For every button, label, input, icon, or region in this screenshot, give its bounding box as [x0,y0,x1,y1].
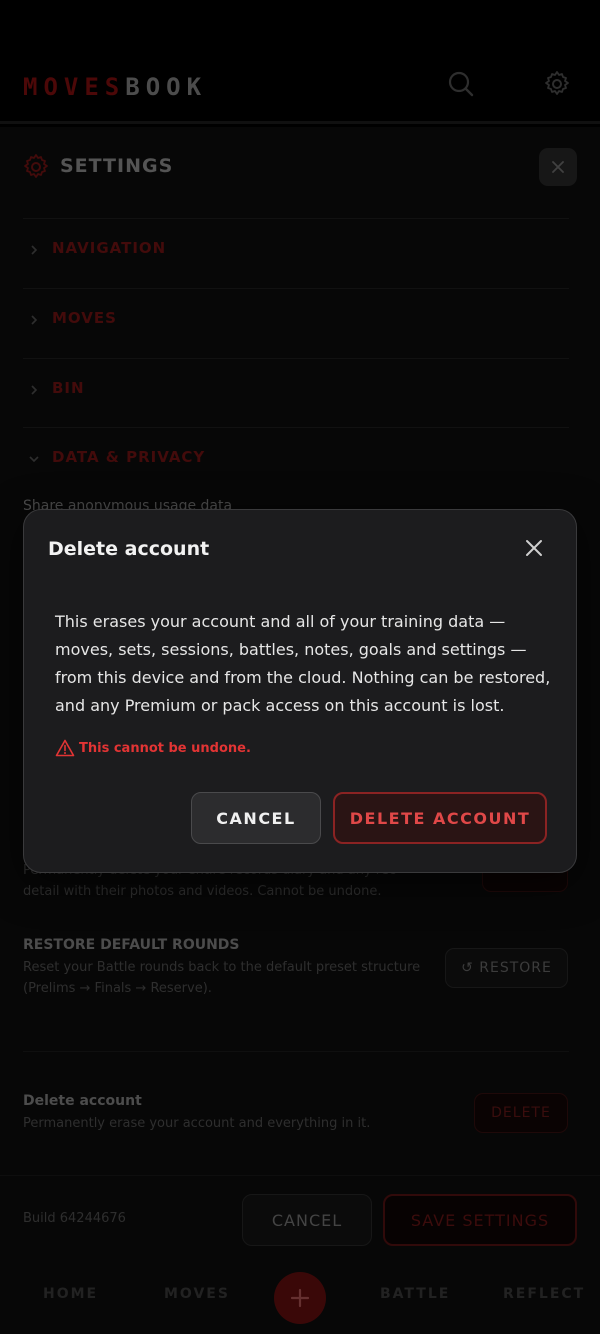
close-icon [526,540,542,556]
delete-account-dialog: Delete account This erases your account … [23,509,577,873]
dialog-body: This erases your account and all of your… [55,612,551,715]
dialog-cancel-button[interactable]: CANCEL [191,792,321,844]
warning-triangle-icon [55,739,75,757]
delete-account-confirm-button[interactable]: DELETE ACCOUNT [333,792,547,844]
dialog-title: Delete account [48,538,210,560]
warning-note: This cannot be undone. [55,739,251,757]
dialog-close-button[interactable] [522,536,546,560]
warning-text: This cannot be undone. [79,740,251,756]
